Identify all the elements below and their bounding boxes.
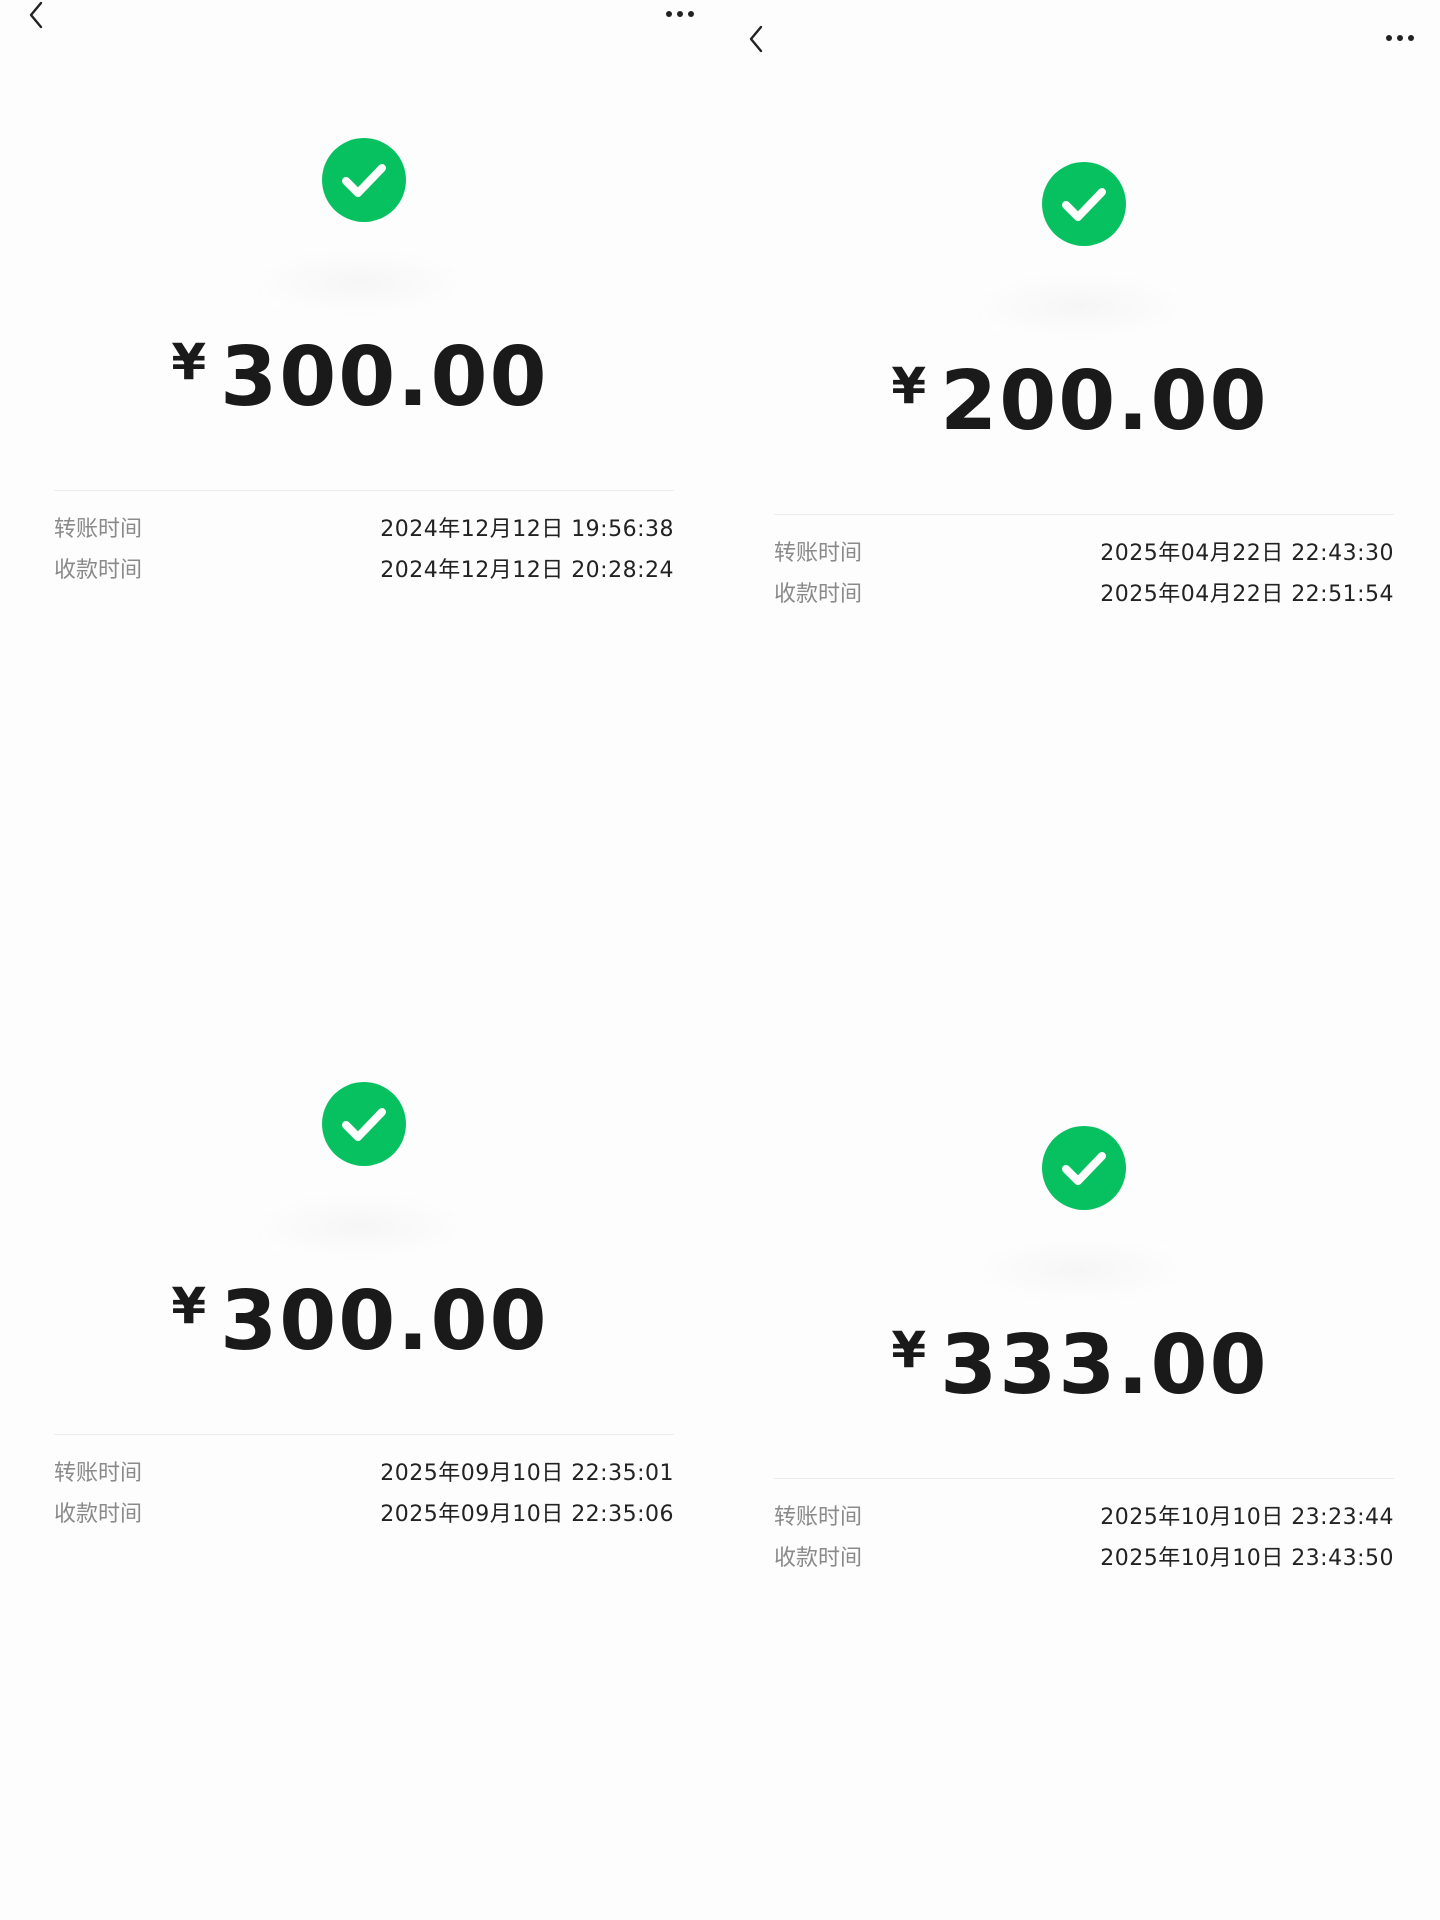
- divider: [54, 1434, 674, 1435]
- receipt-content: ¥200.00 转账时间 2025年04月22日 22:43:30 收款时间 2…: [720, 24, 1440, 960]
- currency-symbol: ¥: [171, 333, 207, 391]
- payer-name-redacted: [980, 1240, 1180, 1300]
- receive-time-row: 收款时间 2025年10月10日 23:43:50: [774, 1541, 1394, 1577]
- transfer-time-row: 转账时间 2024年12月12日 19:56:38: [54, 512, 674, 548]
- transfer-time-value: 2025年09月10日 22:35:01: [380, 1461, 674, 1486]
- transfer-time-label: 转账时间: [774, 1505, 863, 1530]
- receive-time-value: 2024年12月12日 20:28:24: [380, 558, 674, 583]
- more-button[interactable]: [660, 0, 700, 28]
- check-circle-icon: [1042, 162, 1126, 246]
- chevron-left-icon: [749, 25, 763, 53]
- receipt-panel: ¥300.00 转账时间 2024年12月12日 19:56:38 收款时间 2…: [0, 0, 720, 960]
- amount-value: 333.00: [940, 1318, 1269, 1413]
- amount-value: 300.00: [220, 330, 549, 425]
- check-circle-icon: [322, 138, 406, 222]
- check-circle-icon: [1042, 1126, 1126, 1210]
- transfer-time-label: 转账时间: [54, 1461, 143, 1486]
- transfer-time-row: 转账时间 2025年04月22日 22:43:30: [774, 536, 1394, 572]
- receive-time-label: 收款时间: [774, 582, 863, 607]
- receipt-content: ¥300.00 转账时间 2025年09月10日 22:35:01 收款时间 2…: [0, 960, 720, 1904]
- transfer-time-value: 2025年10月10日 23:23:44: [1100, 1505, 1394, 1530]
- transfer-time-row: 转账时间 2025年09月10日 22:35:01: [54, 1456, 674, 1492]
- payer-name-redacted: [260, 1196, 460, 1256]
- more-button[interactable]: [1380, 24, 1420, 52]
- receipt-panel: ¥200.00 转账时间 2025年04月22日 22:43:30 收款时间 2…: [720, 0, 1440, 960]
- currency-symbol: ¥: [171, 1277, 207, 1335]
- payer-name-redacted: [260, 252, 460, 312]
- currency-symbol: ¥: [891, 357, 927, 415]
- receipt-content: ¥300.00 转账时间 2024年12月12日 19:56:38 收款时间 2…: [0, 0, 720, 960]
- receive-time-value: 2025年10月10日 23:43:50: [1100, 1546, 1394, 1571]
- amount: ¥300.00: [0, 1274, 720, 1369]
- receipt-panel: ¥333.00 转账时间 2025年10月10日 23:23:44 收款时间 2…: [720, 960, 1440, 1920]
- chevron-left-icon: [29, 1, 43, 29]
- amount-value: 200.00: [940, 354, 1269, 449]
- currency-symbol: ¥: [891, 1321, 927, 1379]
- receipt-panel: ¥300.00 转账时间 2025年09月10日 22:35:01 收款时间 2…: [0, 960, 720, 1920]
- divider: [54, 490, 674, 491]
- back-button[interactable]: [742, 24, 772, 54]
- transfer-time-value: 2025年04月22日 22:43:30: [1100, 541, 1394, 566]
- receive-time-label: 收款时间: [54, 1502, 143, 1527]
- amount: ¥200.00: [720, 354, 1440, 449]
- transfer-time-value: 2024年12月12日 19:56:38: [380, 517, 674, 542]
- receive-time-label: 收款时间: [54, 558, 143, 583]
- transfer-time-label: 转账时间: [774, 541, 863, 566]
- receive-time-value: 2025年04月22日 22:51:54: [1100, 582, 1394, 607]
- amount: ¥300.00: [0, 330, 720, 425]
- receipt-content: ¥333.00 转账时间 2025年10月10日 23:23:44 收款时间 2…: [720, 988, 1440, 1920]
- check-circle-icon: [322, 1082, 406, 1166]
- receive-time-row: 收款时间 2025年09月10日 22:35:06: [54, 1497, 674, 1533]
- divider: [774, 1478, 1394, 1479]
- payer-name-redacted: [980, 276, 1180, 336]
- amount-value: 300.00: [220, 1274, 549, 1369]
- receive-time-value: 2025年09月10日 22:35:06: [380, 1502, 674, 1527]
- transfer-time-row: 转账时间 2025年10月10日 23:23:44: [774, 1500, 1394, 1536]
- more-dots-icon: [1386, 35, 1414, 41]
- amount: ¥333.00: [720, 1318, 1440, 1413]
- divider: [774, 514, 1394, 515]
- receive-time-row: 收款时间 2024年12月12日 20:28:24: [54, 553, 674, 589]
- receive-time-label: 收款时间: [774, 1546, 863, 1571]
- more-dots-icon: [666, 11, 694, 17]
- transfer-time-label: 转账时间: [54, 517, 143, 542]
- back-button[interactable]: [22, 0, 52, 30]
- receive-time-row: 收款时间 2025年04月22日 22:51:54: [774, 577, 1394, 613]
